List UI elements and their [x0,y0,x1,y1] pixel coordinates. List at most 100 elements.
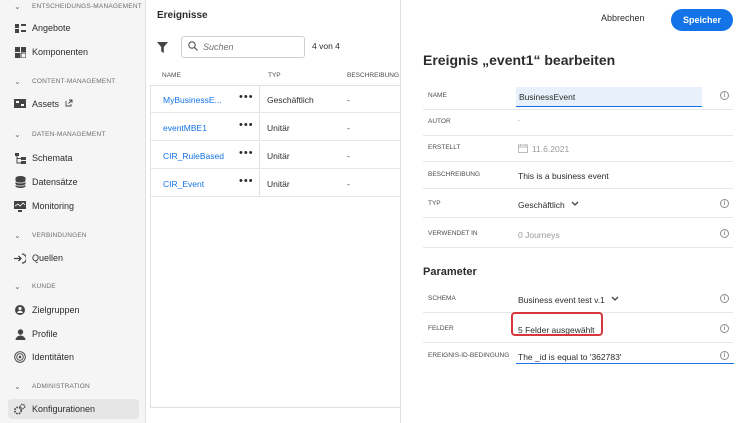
event-editor-panel: Abbrechen Speicher Ereignis „event1“ bea… [400,0,750,423]
field-created: ERSTELLT 11.6.2021 [423,136,733,162]
sidebar-item-schemas[interactable]: Schemata [8,148,139,168]
search-icon [188,38,198,56]
field-author: AUTOR - [423,110,733,136]
schema-value: Business event test v.1 [518,295,605,305]
field-label: FELDER [428,325,454,332]
sidebar-item-datasets[interactable]: Datensätze [8,172,139,192]
description-input[interactable]: This is a business event [518,171,609,181]
components-icon [14,46,26,58]
more-actions-icon[interactable]: ••• [239,147,254,159]
info-icon[interactable]: i [720,229,729,238]
sources-icon [14,252,26,264]
section-content-management[interactable]: ⌄ CONTENT-MANAGEMENT [14,77,115,86]
event-name-link[interactable]: CIR_Event [163,179,225,189]
sidebar-item-audiences[interactable]: Zielgruppen [8,300,139,320]
table-row[interactable]: CIR_RuleBased ••• Unitär - [151,142,401,169]
info-icon[interactable]: i [720,351,729,360]
more-actions-icon[interactable]: ••• [239,175,254,187]
field-fields: FELDER 5 Felder ausgewählt i [423,312,733,343]
info-icon[interactable]: i [720,199,729,208]
chevron-down-icon: ⌄ [14,2,21,11]
search-input[interactable]: Suchen [181,36,305,58]
sidebar-item-offers[interactable]: Angebote [8,18,139,38]
section-label: DATEN-MANAGEMENT [32,131,106,138]
identity-icon [14,351,26,363]
cancel-button[interactable]: Abbrechen [601,13,645,23]
sidebar-item-monitoring[interactable]: Monitoring [8,196,139,216]
field-type: TYP Geschäftlich i [423,192,733,218]
table-row[interactable]: CIR_Event ••• Unitär - [151,170,401,197]
section-decision-management[interactable]: ⌄ ENTSCHEIDUNGS-MANAGEMENT [14,2,142,11]
more-actions-icon[interactable]: ••• [239,91,254,103]
field-schema: SCHEMA Business event test v.1 i [423,287,733,313]
event-type: Unitär [267,179,290,189]
sidebar-item-configurations[interactable]: Konfigurationen [8,399,139,419]
sidebar-item-label: Komponenten [32,47,89,57]
column-header-name[interactable]: NAME [162,72,181,79]
sidebar-item-assets[interactable]: Assets [8,94,139,114]
table-header: NAME TYP BESCHREIBUNG [150,68,400,84]
sidebar-item-sources[interactable]: Quellen [8,248,139,268]
sidebar-item-components[interactable]: Komponenten [8,42,139,62]
sidebar-item-profiles[interactable]: Profile [8,324,139,344]
sidebar-item-identities[interactable]: Identitäten [8,347,139,367]
profile-icon [14,328,26,340]
created-value: 11.6.2021 [518,144,569,154]
save-button[interactable]: Speicher [671,9,733,31]
field-description: BESCHREIBUNG This is a business event [423,163,733,189]
event-description: - [347,151,350,161]
created-date: 11.6.2021 [532,144,570,154]
sidebar-item-label: Datensätze [32,177,78,187]
chevron-down-icon: ⌄ [14,382,21,391]
sidebar-item-label: Angebote [32,23,71,33]
used-in-value: 0 Journeys [518,230,560,240]
filter-icon[interactable] [157,40,168,58]
external-link-icon [65,99,73,109]
name-input-value: BusinessEvent [519,92,576,102]
type-dropdown[interactable]: Geschäftlich [518,200,579,210]
chevron-down-icon [605,295,619,305]
events-title: Ereignisse [157,10,208,21]
section-label: KUNDE [32,283,56,290]
section-connections[interactable]: ⌄ VERBINDUNGEN [14,231,87,240]
gears-icon [14,403,26,415]
sidebar-item-label: Identitäten [32,352,75,362]
sidebar-item-label: Schemata [32,153,73,163]
schema-dropdown[interactable]: Business event test v.1 [518,295,619,305]
events-table: MyBusinessE... ••• Geschäftlich - eventM… [150,85,401,408]
column-header-type[interactable]: TYP [268,72,281,79]
sidebar-item-label: Quellen [32,253,64,263]
sidebar-item-label: Konfigurationen [32,404,96,414]
events-list-panel: Ereignisse Suchen 4 von 4 NAME TYP BESCH… [146,0,401,423]
field-label: ERSTELLT [428,144,461,151]
table-row[interactable]: eventMBE1 ••• Unitär - [151,114,401,141]
field-label: SCHEMA [428,295,456,302]
info-icon[interactable]: i [720,294,729,303]
more-actions-icon[interactable]: ••• [239,119,254,131]
info-icon[interactable]: i [720,324,729,333]
field-name: NAME BusinessEvent i [423,84,733,110]
chevron-down-icon: ⌄ [14,77,21,86]
event-name-link[interactable]: MyBusinessE... [163,95,225,105]
field-used-in: VERWENDET IN 0 Journeys i [423,222,733,248]
editor-title: Ereignis „event1“ bearbeiten [423,52,616,68]
section-administration[interactable]: ⌄ ADMINISTRATION [14,382,90,391]
field-label: BESCHREIBUNG [428,171,481,178]
chevron-down-icon: ⌄ [14,130,21,139]
highlight-box [511,312,603,336]
condition-input[interactable]: The _id is equal to '362783' [518,352,621,362]
table-row[interactable]: MyBusinessE... ••• Geschäftlich - [151,86,401,113]
section-data-management[interactable]: ⌄ DATEN-MANAGEMENT [14,130,106,139]
name-input[interactable]: BusinessEvent [516,87,702,107]
event-name-link[interactable]: CIR_RuleBased [163,151,225,161]
event-description: - [347,123,350,133]
column-header-description[interactable]: BESCHREIBUNG [347,72,399,79]
datasets-icon [14,176,26,188]
event-name-link[interactable]: eventMBE1 [163,123,225,133]
result-count: 4 von 4 [312,41,340,51]
info-icon[interactable]: i [720,91,729,100]
section-customer[interactable]: ⌄ KUNDE [14,282,56,291]
sidebar-item-label: Monitoring [32,201,75,211]
field-label: AUTOR [428,118,451,125]
section-label: ENTSCHEIDUNGS-MANAGEMENT [32,3,142,10]
